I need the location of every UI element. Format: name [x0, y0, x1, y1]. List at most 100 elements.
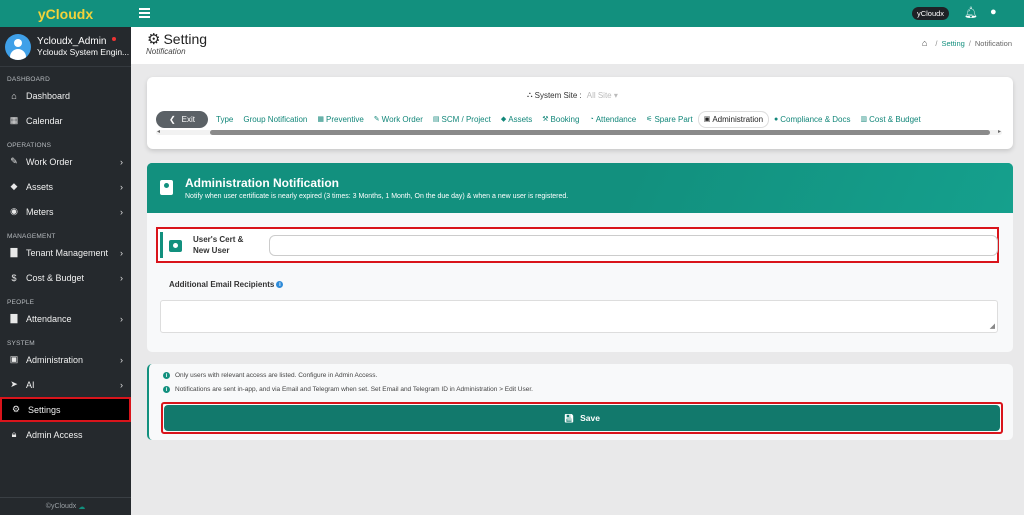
scroll-left-icon[interactable]: ◂	[157, 128, 160, 135]
lock-icon: 🔒︎	[11, 429, 17, 439]
chevron-right-icon: ›	[120, 181, 123, 192]
tab-administration[interactable]: ▣ Administration	[697, 110, 770, 128]
sidebar-item-assets[interactable]: ◆ Assets ›	[0, 174, 131, 199]
scroll-right-icon[interactable]: ▸	[998, 128, 1001, 135]
notification-card: Administration Notification Notify when …	[147, 163, 1013, 352]
page-title: Setting	[163, 31, 208, 47]
section-system: SYSTEM	[7, 340, 35, 347]
tab-spare-part[interactable]: ⚟ Spare Part	[641, 111, 698, 128]
clock-icon: ◔	[589, 115, 594, 123]
resize-handle-icon[interactable]: ◢	[990, 322, 995, 330]
brand-logo[interactable]: yCloudx	[0, 0, 131, 27]
sidebar-item-label: Tenant Management	[26, 247, 109, 258]
top-bar: yCloudx 🔔︎ ●	[131, 0, 1024, 27]
site-label: System Site :	[534, 90, 582, 100]
tenant-pill[interactable]: yCloudx	[912, 7, 949, 20]
dollar-icon: $	[11, 272, 17, 283]
building-icon: ▇	[10, 313, 18, 323]
tab-booking[interactable]: ⚒ Booking	[537, 111, 584, 128]
wrench-icon: ✎	[10, 156, 18, 166]
tab-assets[interactable]: ◆ Assets	[496, 111, 537, 128]
sidebar-item-tenant-management[interactable]: ▇ Tenant Management ›	[0, 240, 131, 265]
sidebar-item-settings[interactable]: ⚙ Settings	[0, 397, 131, 422]
tabs-scrollbar[interactable]: ◂ ▸	[156, 128, 1002, 135]
info-icon: i	[163, 372, 170, 379]
sidebar-item-label: Meters	[26, 206, 54, 217]
sidebar-footer: ©yCloudx ☁	[0, 497, 131, 515]
gear-icon: ⚙	[147, 31, 161, 48]
tab-scm-project[interactable]: ▤ SCM / Project	[428, 111, 496, 128]
id-card-icon: ▣	[9, 354, 19, 364]
tab-compliance-docs[interactable]: ● Compliance & Docs	[769, 111, 855, 128]
sidebar-item-meters[interactable]: ◉ Meters ›	[0, 199, 131, 224]
circle-icon: ●	[774, 115, 779, 123]
tab-work-order[interactable]: ✎ Work Order	[369, 111, 428, 128]
scrollbar-thumb[interactable]	[210, 130, 990, 135]
calendar-icon: ▦	[317, 116, 324, 123]
sidebar-item-label: Attendance	[26, 313, 72, 324]
note-channels: i Notifications are sent in-app, and via …	[163, 386, 533, 393]
gauge-icon: ◉	[10, 206, 18, 216]
bar-chart-icon: ▥	[860, 116, 868, 123]
save-highlight: 💾︎ Save	[161, 402, 1003, 434]
breadcrumb-link-setting[interactable]: Setting	[941, 39, 964, 48]
tab-attendance[interactable]: ◔ Attendance	[584, 111, 641, 128]
cert-label: User's Cert & New User	[193, 235, 244, 255]
document-icon: ▤	[432, 116, 440, 123]
sidebar-item-ai[interactable]: ➤ AI ›	[0, 372, 131, 397]
sidebar-item-calendar[interactable]: ▦ Calendar	[0, 108, 131, 133]
cert-new-user-row: User's Cert & New User	[156, 227, 999, 263]
gavel-icon: ⚒	[542, 116, 549, 123]
tab-cost-budget[interactable]: ▥ Cost & Budget	[856, 111, 926, 128]
tab-type[interactable]: Type	[211, 111, 238, 128]
breadcrumb: ⌂ / Setting / Notification	[921, 38, 1012, 48]
save-button[interactable]: 💾︎ Save	[164, 405, 1000, 431]
rocket-icon: ➤	[10, 379, 18, 389]
chevron-right-icon: ›	[120, 206, 123, 217]
email-recipients-input[interactable]: ◢	[160, 300, 998, 333]
cert-user-select[interactable]	[269, 235, 998, 256]
notification-title: Administration Notification	[185, 176, 339, 190]
user-avatar-icon	[5, 33, 31, 60]
sidebar-item-label: Settings	[28, 404, 61, 415]
sidebar-item-label: AI	[26, 379, 35, 390]
home-icon: ⌂	[11, 90, 17, 101]
user-profile[interactable]: Ycloudx_Admin Ycloudx System Engin...	[0, 27, 131, 67]
user-name: Ycloudx_Admin	[37, 35, 107, 47]
tag-icon: ◆	[10, 181, 18, 191]
bell-icon[interactable]: 🔔︎	[964, 6, 978, 19]
sliders-icon: ⚟	[646, 116, 653, 123]
tab-strip: ❮ Exit Type Group Notification ▦ Preventiv…	[156, 110, 1002, 128]
exit-button[interactable]: ❮ Exit	[156, 110, 208, 128]
info-icon[interactable]: i	[276, 281, 284, 288]
calendar-icon: ▦	[9, 115, 19, 125]
tag-icon: ◆	[500, 116, 507, 123]
tab-group-notification[interactable]: Group Notification	[238, 111, 312, 128]
sidebar-item-label: Dashboard	[26, 90, 71, 101]
chevron-right-icon: ›	[120, 156, 123, 167]
site-select[interactable]: All Site ▾	[587, 91, 618, 100]
home-icon[interactable]: ⌂	[922, 38, 927, 48]
sidebar-item-label: Administration	[26, 354, 84, 365]
id-card-icon: ▣	[703, 116, 711, 123]
chevron-right-icon: ›	[120, 379, 123, 390]
sidebar-item-label: Cost & Budget	[26, 272, 85, 283]
wrench-icon: ✎	[373, 116, 380, 123]
site-selector: ⛬ System Site : All Site ▾	[527, 90, 618, 100]
chevron-right-icon: ›	[120, 313, 123, 324]
hamburger-menu-icon[interactable]	[139, 8, 150, 20]
notification-header: Administration Notification Notify when …	[147, 163, 1013, 213]
user-role: Ycloudx System Engin...	[37, 46, 130, 57]
sidebar-item-work-order[interactable]: ✎ Work Order ›	[0, 149, 131, 174]
sidebar-item-attendance[interactable]: ▇ Attendance ›	[0, 306, 131, 331]
sidebar-item-administration[interactable]: ▣ Administration ›	[0, 347, 131, 372]
page-header: ⚙ Setting Notification ⌂ / Setting / Noti…	[131, 27, 1024, 64]
sidebar-item-admin-access[interactable]: 🔒︎ Admin Access	[0, 422, 131, 447]
user-icon[interactable]: ●	[990, 6, 997, 18]
sidebar-item-cost-budget[interactable]: $ Cost & Budget ›	[0, 265, 131, 290]
tab-preventive[interactable]: ▦ Preventive	[312, 111, 368, 128]
notification-description: Notify when user certificate is nearly e…	[185, 193, 569, 200]
cloud-icon: ☁	[78, 503, 86, 511]
accent-bar	[160, 232, 163, 258]
sidebar-item-dashboard[interactable]: ⌂ Dashboard	[0, 83, 131, 108]
